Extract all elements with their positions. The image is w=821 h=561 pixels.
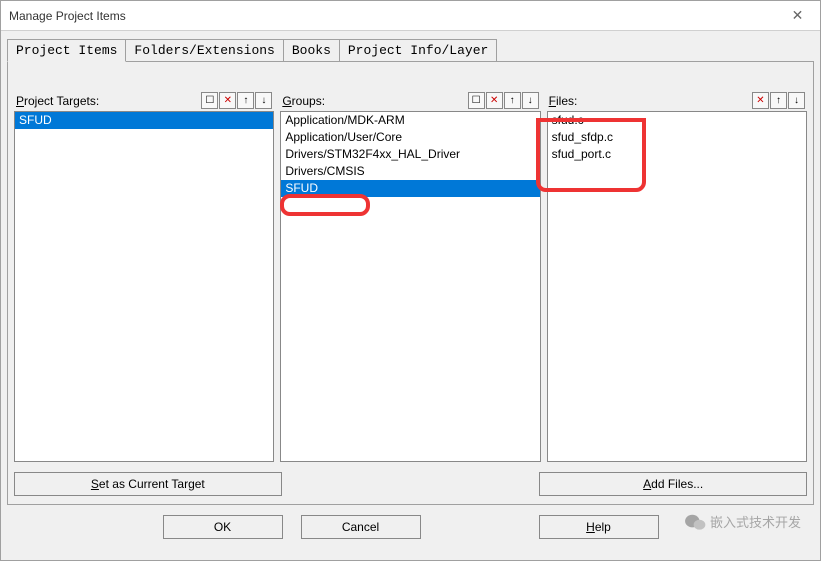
tab-panel: Project Targets: ☐ ✕ ↑ ↓ SFUD Groups: ☐ bbox=[7, 61, 814, 505]
close-icon[interactable]: ✕ bbox=[775, 1, 820, 31]
targets-listbox[interactable]: SFUD bbox=[14, 111, 274, 462]
list-item[interactable]: sfud.c bbox=[548, 112, 806, 129]
list-item[interactable]: Drivers/CMSIS bbox=[281, 163, 539, 180]
column-project-targets: Project Targets: ☐ ✕ ↑ ↓ SFUD bbox=[14, 92, 274, 462]
set-as-current-target-button[interactable]: Set as Current Target bbox=[14, 472, 282, 496]
cancel-button[interactable]: Cancel bbox=[301, 515, 421, 539]
column-toolbar: ✕ ↑ ↓ bbox=[752, 92, 805, 109]
move-up-icon[interactable]: ↑ bbox=[237, 92, 254, 109]
columns-area: Project Targets: ☐ ✕ ↑ ↓ SFUD Groups: ☐ bbox=[14, 92, 807, 462]
add-files-button[interactable]: Add Files... bbox=[539, 472, 807, 496]
list-item[interactable]: sfud_port.c bbox=[548, 146, 806, 163]
new-icon[interactable]: ☐ bbox=[468, 92, 485, 109]
move-up-icon[interactable]: ↑ bbox=[770, 92, 787, 109]
groups-listbox[interactable]: Application/MDK-ARMApplication/User/Core… bbox=[280, 111, 540, 462]
wechat-icon bbox=[684, 513, 706, 531]
tab-project-items[interactable]: Project Items bbox=[7, 39, 126, 62]
delete-icon[interactable]: ✕ bbox=[752, 92, 769, 109]
new-icon[interactable]: ☐ bbox=[201, 92, 218, 109]
move-up-icon[interactable]: ↑ bbox=[504, 92, 521, 109]
tab-books[interactable]: Books bbox=[283, 39, 340, 61]
tab-project-info-layer[interactable]: Project Info/Layer bbox=[339, 39, 497, 61]
move-down-icon[interactable]: ↓ bbox=[788, 92, 805, 109]
column-toolbar: ☐ ✕ ↑ ↓ bbox=[468, 92, 539, 109]
move-down-icon[interactable]: ↓ bbox=[522, 92, 539, 109]
help-button[interactable]: Help bbox=[539, 515, 659, 539]
tab-folders-extensions[interactable]: Folders/Extensions bbox=[125, 39, 283, 61]
column-label: Groups: bbox=[282, 94, 325, 108]
delete-icon[interactable]: ✕ bbox=[486, 92, 503, 109]
column-header: Groups: ☐ ✕ ↑ ↓ bbox=[280, 92, 540, 111]
column-buttons-row: Set as Current Target Add Files... bbox=[14, 472, 807, 496]
column-header: Project Targets: ☐ ✕ ↑ ↓ bbox=[14, 92, 274, 111]
window-title: Manage Project Items bbox=[9, 9, 126, 23]
column-label: Files: bbox=[549, 94, 578, 108]
move-down-icon[interactable]: ↓ bbox=[255, 92, 272, 109]
column-toolbar: ☐ ✕ ↑ ↓ bbox=[201, 92, 272, 109]
list-item[interactable]: Application/User/Core bbox=[281, 129, 539, 146]
tabs: Project Items Folders/Extensions Books P… bbox=[1, 31, 820, 61]
list-item[interactable]: SFUD bbox=[281, 180, 539, 197]
column-files: Files: ✕ ↑ ↓ sfud.csfud_sfdp.csfud_port.… bbox=[547, 92, 807, 462]
watermark: 嵌入式技术开发 bbox=[684, 512, 801, 531]
titlebar: Manage Project Items ✕ bbox=[1, 1, 820, 31]
column-groups: Groups: ☐ ✕ ↑ ↓ Application/MDK-ARMAppli… bbox=[280, 92, 540, 462]
files-listbox[interactable]: sfud.csfud_sfdp.csfud_port.c bbox=[547, 111, 807, 462]
ok-button[interactable]: OK bbox=[163, 515, 283, 539]
column-header: Files: ✕ ↑ ↓ bbox=[547, 92, 807, 111]
delete-icon[interactable]: ✕ bbox=[219, 92, 236, 109]
list-item[interactable]: sfud_sfdp.c bbox=[548, 129, 806, 146]
column-label: Project Targets: bbox=[16, 94, 99, 108]
list-item[interactable]: SFUD bbox=[15, 112, 273, 129]
dialog-window: Manage Project Items ✕ Project Items Fol… bbox=[0, 0, 821, 561]
spacer bbox=[288, 472, 534, 496]
list-item[interactable]: Application/MDK-ARM bbox=[281, 112, 539, 129]
list-item[interactable]: Drivers/STM32F4xx_HAL_Driver bbox=[281, 146, 539, 163]
